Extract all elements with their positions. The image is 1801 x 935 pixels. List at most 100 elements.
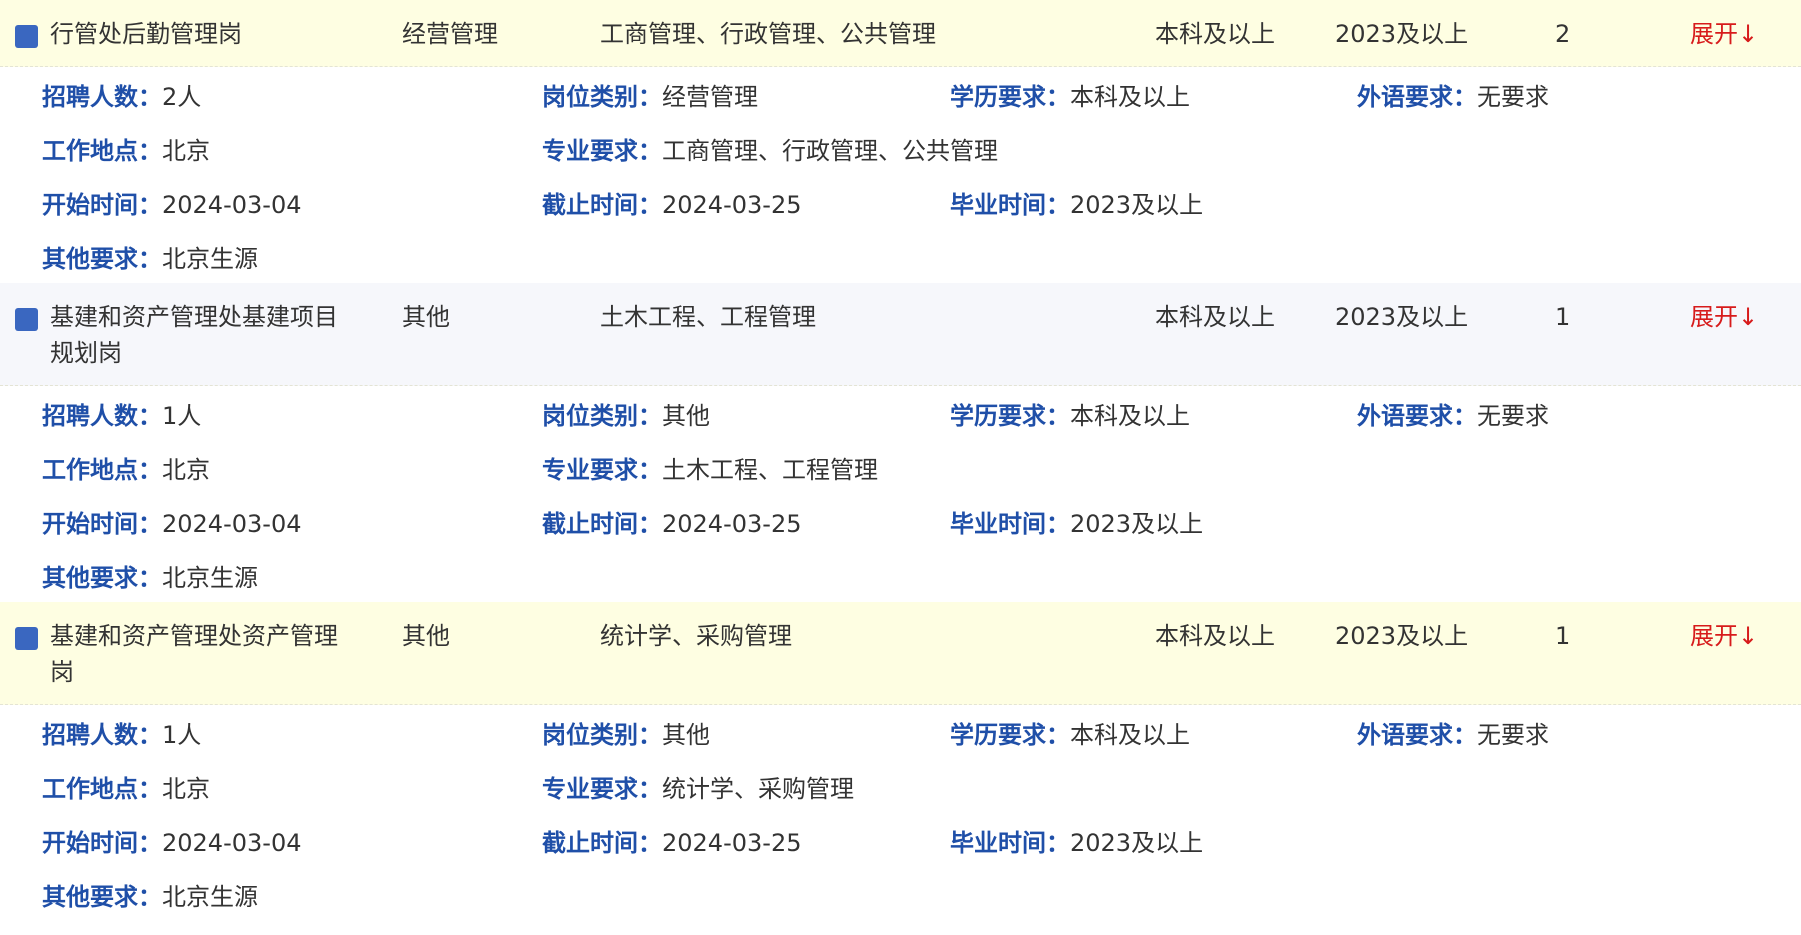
detail-major: 专业要求：统计学、采购管理 <box>542 771 854 807</box>
job-row[interactable]: 基建和资产管理处基建项目规划岗 其他 土木工程、工程管理 本科及以上 2023及… <box>0 283 1801 386</box>
job-category: 其他 <box>402 303 450 331</box>
detail-label: 招聘人数： <box>42 721 162 749</box>
job-detail-panel: 招聘人数：1人 岗位类别：其他 学历要求：本科及以上 外语要求：无要求 工作地点… <box>0 705 1801 935</box>
detail-education: 学历要求：本科及以上 <box>950 79 1190 115</box>
job-row[interactable]: 行管处后勤管理岗 经营管理 工商管理、行政管理、公共管理 本科及以上 2023及… <box>0 0 1801 67</box>
detail-value: 1人 <box>162 402 202 430</box>
job-graduation: 2023及以上 <box>1335 622 1469 650</box>
detail-label: 毕业时间： <box>950 829 1070 857</box>
detail-value: 2024-03-25 <box>662 191 802 219</box>
detail-start: 开始时间：2024-03-04 <box>42 506 301 542</box>
job-count: 2 <box>1555 20 1571 48</box>
detail-other: 其他要求：北京生源 <box>42 560 258 596</box>
detail-value: 2024-03-25 <box>662 510 802 538</box>
detail-value: 其他 <box>662 721 710 749</box>
job-detail-panel: 招聘人数：1人 岗位类别：其他 学历要求：本科及以上 外语要求：无要求 工作地点… <box>0 386 1801 602</box>
job-education: 本科及以上 <box>1155 303 1275 331</box>
detail-value: 北京生源 <box>162 245 258 273</box>
detail-value: 2024-03-04 <box>162 829 302 857</box>
detail-label: 学历要求： <box>950 83 1070 111</box>
detail-graduation: 毕业时间：2023及以上 <box>950 825 1203 861</box>
job-education: 本科及以上 <box>1155 622 1275 650</box>
detail-start: 开始时间：2024-03-04 <box>42 825 301 861</box>
detail-location: 工作地点：北京 <box>42 771 210 807</box>
job-major: 统计学、采购管理 <box>600 622 792 650</box>
detail-value: 2024-03-04 <box>162 191 302 219</box>
detail-count: 招聘人数：2人 <box>42 79 201 115</box>
detail-label: 其他要求： <box>42 245 162 273</box>
detail-education: 学历要求：本科及以上 <box>950 717 1190 753</box>
detail-label: 招聘人数： <box>42 402 162 430</box>
detail-label: 岗位类别： <box>542 83 662 111</box>
detail-count: 招聘人数：1人 <box>42 398 201 434</box>
job-category: 其他 <box>402 622 450 650</box>
expand-toggle-button[interactable]: 展开↓ <box>1690 299 1758 335</box>
detail-value: 本科及以上 <box>1070 402 1190 430</box>
detail-label: 专业要求： <box>542 775 662 803</box>
job-category: 经营管理 <box>402 20 498 48</box>
detail-category: 岗位类别：经营管理 <box>542 79 758 115</box>
detail-label: 截止时间： <box>542 510 662 538</box>
detail-value: 2023及以上 <box>1070 510 1204 538</box>
detail-value: 2024-03-04 <box>162 510 302 538</box>
detail-value: 北京生源 <box>162 883 258 911</box>
detail-label: 工作地点： <box>42 137 162 165</box>
detail-value: 经营管理 <box>662 83 758 111</box>
detail-value: 北京 <box>162 456 210 484</box>
detail-value: 本科及以上 <box>1070 83 1190 111</box>
detail-value: 统计学、采购管理 <box>662 775 854 803</box>
detail-language: 外语要求：无要求 <box>1357 717 1549 753</box>
detail-value: 2023及以上 <box>1070 829 1204 857</box>
detail-value: 无要求 <box>1477 721 1549 749</box>
detail-value: 其他 <box>662 402 710 430</box>
job-listing: 行管处后勤管理岗 经营管理 工商管理、行政管理、公共管理 本科及以上 2023及… <box>0 0 1801 935</box>
detail-value: 北京 <box>162 137 210 165</box>
detail-value: 土木工程、工程管理 <box>662 456 878 484</box>
bullet-square-icon <box>15 25 38 48</box>
detail-label: 毕业时间： <box>950 510 1070 538</box>
detail-major: 专业要求：土木工程、工程管理 <box>542 452 878 488</box>
detail-count: 招聘人数：1人 <box>42 717 201 753</box>
expand-toggle-button[interactable]: 展开↓ <box>1690 16 1758 52</box>
job-education: 本科及以上 <box>1155 20 1275 48</box>
detail-label: 工作地点： <box>42 456 162 484</box>
job-count: 1 <box>1555 303 1571 331</box>
detail-end: 截止时间：2024-03-25 <box>542 506 801 542</box>
job-title: 基建和资产管理处基建项目规划岗 <box>50 303 338 367</box>
expand-toggle-button[interactable]: 展开↓ <box>1690 618 1758 654</box>
detail-value: 北京生源 <box>162 564 258 592</box>
job-detail-panel: 招聘人数：2人 岗位类别：经营管理 学历要求：本科及以上 外语要求：无要求 工作… <box>0 67 1801 283</box>
detail-category: 岗位类别：其他 <box>542 398 710 434</box>
job-title: 基建和资产管理处资产管理岗 <box>50 622 338 686</box>
detail-education: 学历要求：本科及以上 <box>950 398 1190 434</box>
detail-category: 岗位类别：其他 <box>542 717 710 753</box>
detail-label: 其他要求： <box>42 883 162 911</box>
detail-label: 工作地点： <box>42 775 162 803</box>
detail-value: 无要求 <box>1477 402 1549 430</box>
detail-label: 截止时间： <box>542 191 662 219</box>
detail-label: 其他要求： <box>42 564 162 592</box>
detail-label: 开始时间： <box>42 829 162 857</box>
detail-label: 开始时间： <box>42 191 162 219</box>
job-count: 1 <box>1555 622 1571 650</box>
detail-major: 专业要求：工商管理、行政管理、公共管理 <box>542 133 998 169</box>
detail-label: 招聘人数： <box>42 83 162 111</box>
bullet-square-icon <box>15 308 38 331</box>
detail-location: 工作地点：北京 <box>42 452 210 488</box>
job-graduation: 2023及以上 <box>1335 303 1469 331</box>
bullet-square-icon <box>15 627 38 650</box>
detail-graduation: 毕业时间：2023及以上 <box>950 506 1203 542</box>
job-graduation: 2023及以上 <box>1335 20 1469 48</box>
detail-label: 专业要求： <box>542 137 662 165</box>
detail-label: 岗位类别： <box>542 402 662 430</box>
detail-label: 外语要求： <box>1357 402 1477 430</box>
detail-value: 工商管理、行政管理、公共管理 <box>662 137 998 165</box>
job-major: 土木工程、工程管理 <box>600 303 816 331</box>
detail-other: 其他要求：北京生源 <box>42 879 258 915</box>
detail-graduation: 毕业时间：2023及以上 <box>950 187 1203 223</box>
job-row[interactable]: 基建和资产管理处资产管理岗 其他 统计学、采购管理 本科及以上 2023及以上 … <box>0 602 1801 705</box>
job-major: 工商管理、行政管理、公共管理 <box>600 20 936 48</box>
detail-label: 专业要求： <box>542 456 662 484</box>
detail-label: 开始时间： <box>42 510 162 538</box>
detail-label: 外语要求： <box>1357 83 1477 111</box>
